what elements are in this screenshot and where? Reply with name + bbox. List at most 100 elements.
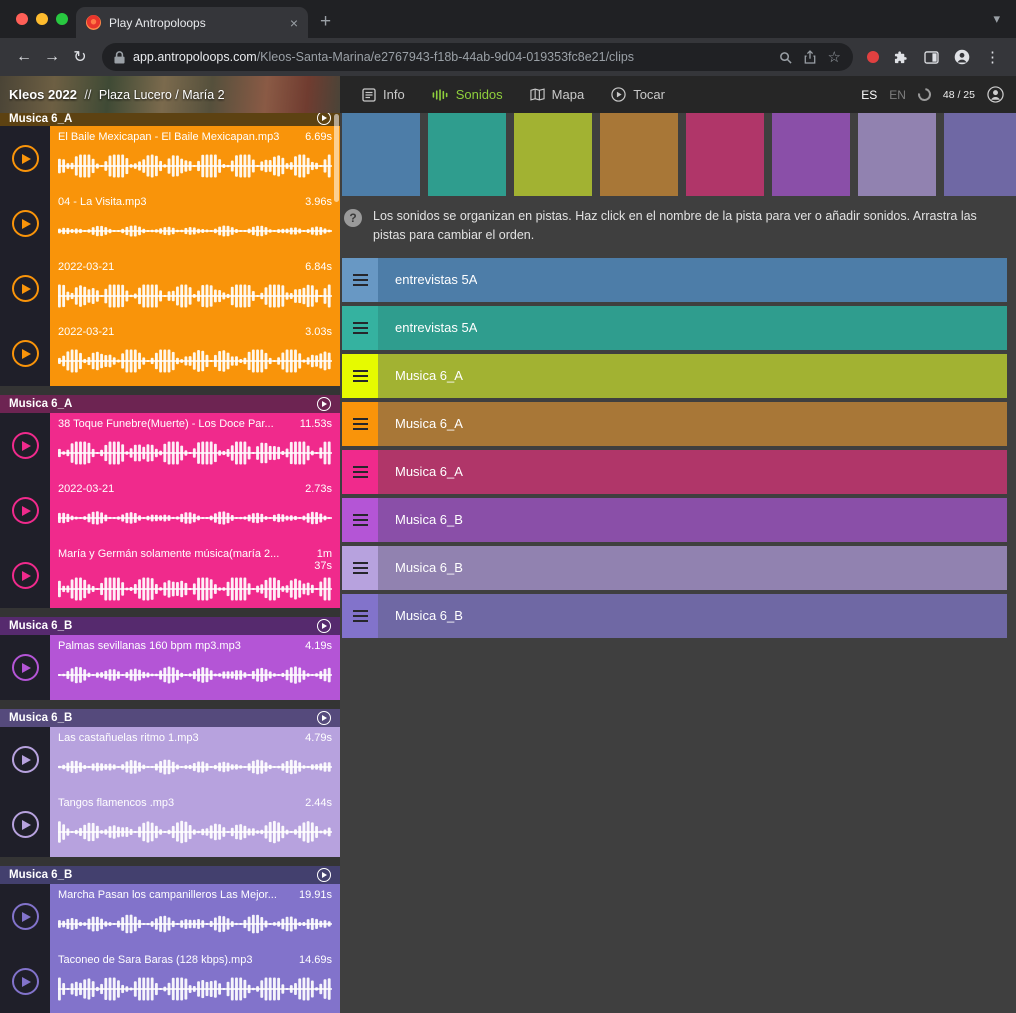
track-row[interactable]: Musica 6_A [342,354,1007,398]
section-play-icon[interactable] [317,397,331,411]
nav-info[interactable]: Info [362,87,405,102]
section-play-icon[interactable] [317,113,331,125]
track-name-bar[interactable]: Musica 6_A [378,354,1007,398]
clip-play-button[interactable] [0,884,50,949]
audio-clip[interactable]: 2022-03-21 6.84s [0,256,340,321]
track-drag-handle[interactable] [342,594,378,638]
audio-clip[interactable]: 2022-03-21 3.03s [0,321,340,386]
track-name-bar[interactable]: Musica 6_A [378,402,1007,446]
side-panel-icon[interactable] [924,51,939,64]
track-name-bar[interactable]: Musica 6_B [378,498,1007,542]
clip-play-button[interactable] [0,126,50,191]
extensions-puzzle-icon[interactable] [894,50,909,65]
share-icon[interactable] [804,50,816,64]
new-tab-button[interactable]: + [320,12,331,31]
clip-play-button[interactable] [0,949,50,1013]
section-play-icon[interactable] [317,711,331,725]
track-drag-handle[interactable] [342,258,378,302]
browser-tab[interactable]: Play Antropoloops × [76,7,308,38]
track-name-bar[interactable]: Musica 6_A [378,450,1007,494]
zoom-icon[interactable] [779,51,792,64]
sidebar-scrollbar[interactable] [334,114,339,202]
audio-clip[interactable]: 2022-03-21 2.73s [0,478,340,543]
refresh-button[interactable]: ↻ [66,47,94,67]
audio-clip[interactable]: El Baile Mexicapan - El Baile Mexicapan.… [0,126,340,191]
map-icon [530,88,545,101]
clip-play-button[interactable] [0,413,50,478]
back-button[interactable]: ← [10,48,38,66]
track-drag-handle[interactable] [342,354,378,398]
account-icon[interactable] [987,86,1004,103]
track-drag-handle[interactable] [342,402,378,446]
window-controls [16,13,68,25]
profile-avatar-icon[interactable] [954,49,970,65]
audio-clip[interactable]: Tangos flamencos .mp3 2.44s [0,792,340,857]
track-color-swatch [514,113,592,196]
section-play-icon[interactable] [317,868,331,882]
clip-play-button[interactable] [0,792,50,857]
clip-play-button[interactable] [0,191,50,256]
audio-clip[interactable]: Marcha Pasan los campanilleros Las Mejor… [0,884,340,949]
track-name-bar[interactable]: entrevistas 5A [378,306,1007,350]
audio-clip[interactable]: 04 - La Visita.mp3 3.96s [0,191,340,256]
waveform-icon [58,573,332,605]
lock-icon[interactable] [114,51,125,64]
minimize-window-button[interactable] [36,13,48,25]
lang-en-button[interactable]: EN [889,88,906,102]
tab-close-icon[interactable]: × [290,15,298,31]
track-name-bar[interactable]: Musica 6_B [378,546,1007,590]
section-play-icon[interactable] [317,619,331,633]
track-drag-handle[interactable] [342,498,378,542]
track-drag-handle[interactable] [342,450,378,494]
audio-clip[interactable]: 38 Toque Funebre(Muerte) - Los Doce Par.… [0,413,340,478]
track-name-bar[interactable]: entrevistas 5A [378,258,1007,302]
clip-list: Palmas sevillanas 160 bpm mp3.mp3 4.19s [0,635,340,700]
clip-play-button[interactable] [0,321,50,386]
bookmark-star-icon[interactable]: ☆ [828,50,841,65]
nav-sonidos[interactable]: Sonidos [432,87,503,102]
clip-play-button[interactable] [0,635,50,700]
nav-info-label: Info [383,87,405,102]
audio-clip[interactable]: Las castañuelas ritmo 1.mp3 4.79s [0,727,340,792]
breadcrumb-separator-icon: // [84,88,91,102]
clip-play-button[interactable] [0,543,50,608]
clip-section: Musica 6_B Palmas sevillanas 160 bpm mp3… [0,617,340,700]
track-section-name: Musica 6_A [9,398,72,410]
tab-search-chevron-icon[interactable]: ▾ [993,11,1000,27]
site-favicon-icon [86,15,101,30]
track-row[interactable]: Musica 6_B [342,498,1007,542]
recording-indicator-icon[interactable] [867,51,879,63]
track-row[interactable]: entrevistas 5A [342,258,1007,302]
clip-title: 2022-03-21 [58,326,299,338]
clip-play-button[interactable] [0,256,50,321]
forward-button[interactable]: → [38,48,66,66]
track-row[interactable]: Musica 6_B [342,546,1007,590]
browser-menu-icon[interactable]: ⋮ [985,48,1000,66]
lang-es-button[interactable]: ES [861,88,877,102]
nav-tocar[interactable]: Tocar [611,87,665,102]
track-row[interactable]: Musica 6_A [342,450,1007,494]
audio-clip[interactable]: Taconeo de Sara Baras (128 kbps).mp3 14.… [0,949,340,1013]
audio-clip[interactable]: Palmas sevillanas 160 bpm mp3.mp3 4.19s [0,635,340,700]
close-window-button[interactable] [16,13,28,25]
drag-handle-icon [353,274,368,286]
track-section-header[interactable]: Musica 6_B [0,617,340,635]
track-row[interactable]: entrevistas 5A [342,306,1007,350]
track-row[interactable]: Musica 6_A [342,402,1007,446]
track-section-header[interactable]: Musica 6_A [0,395,340,413]
nav-mapa[interactable]: Mapa [530,87,585,102]
track-name-bar[interactable]: Musica 6_B [378,594,1007,638]
track-section-header[interactable]: Musica 6_A [0,113,340,126]
address-bar[interactable]: app.antropoloops.com/Kleos-Santa-Marina/… [102,43,853,71]
clip-play-button[interactable] [0,727,50,792]
audio-clip[interactable]: María y Germán solamente música(maría 2.… [0,543,340,608]
zoom-window-button[interactable] [56,13,68,25]
track-section-header[interactable]: Musica 6_B [0,709,340,727]
track-drag-handle[interactable] [342,546,378,590]
track-drag-handle[interactable] [342,306,378,350]
track-section-header[interactable]: Musica 6_B [0,866,340,884]
clip-body: María y Germán solamente música(maría 2.… [50,543,340,608]
track-row[interactable]: Musica 6_B [342,594,1007,638]
clip-play-button[interactable] [0,478,50,543]
clip-section: Musica 6_B Las castañuelas ritmo 1.mp3 4… [0,709,340,857]
